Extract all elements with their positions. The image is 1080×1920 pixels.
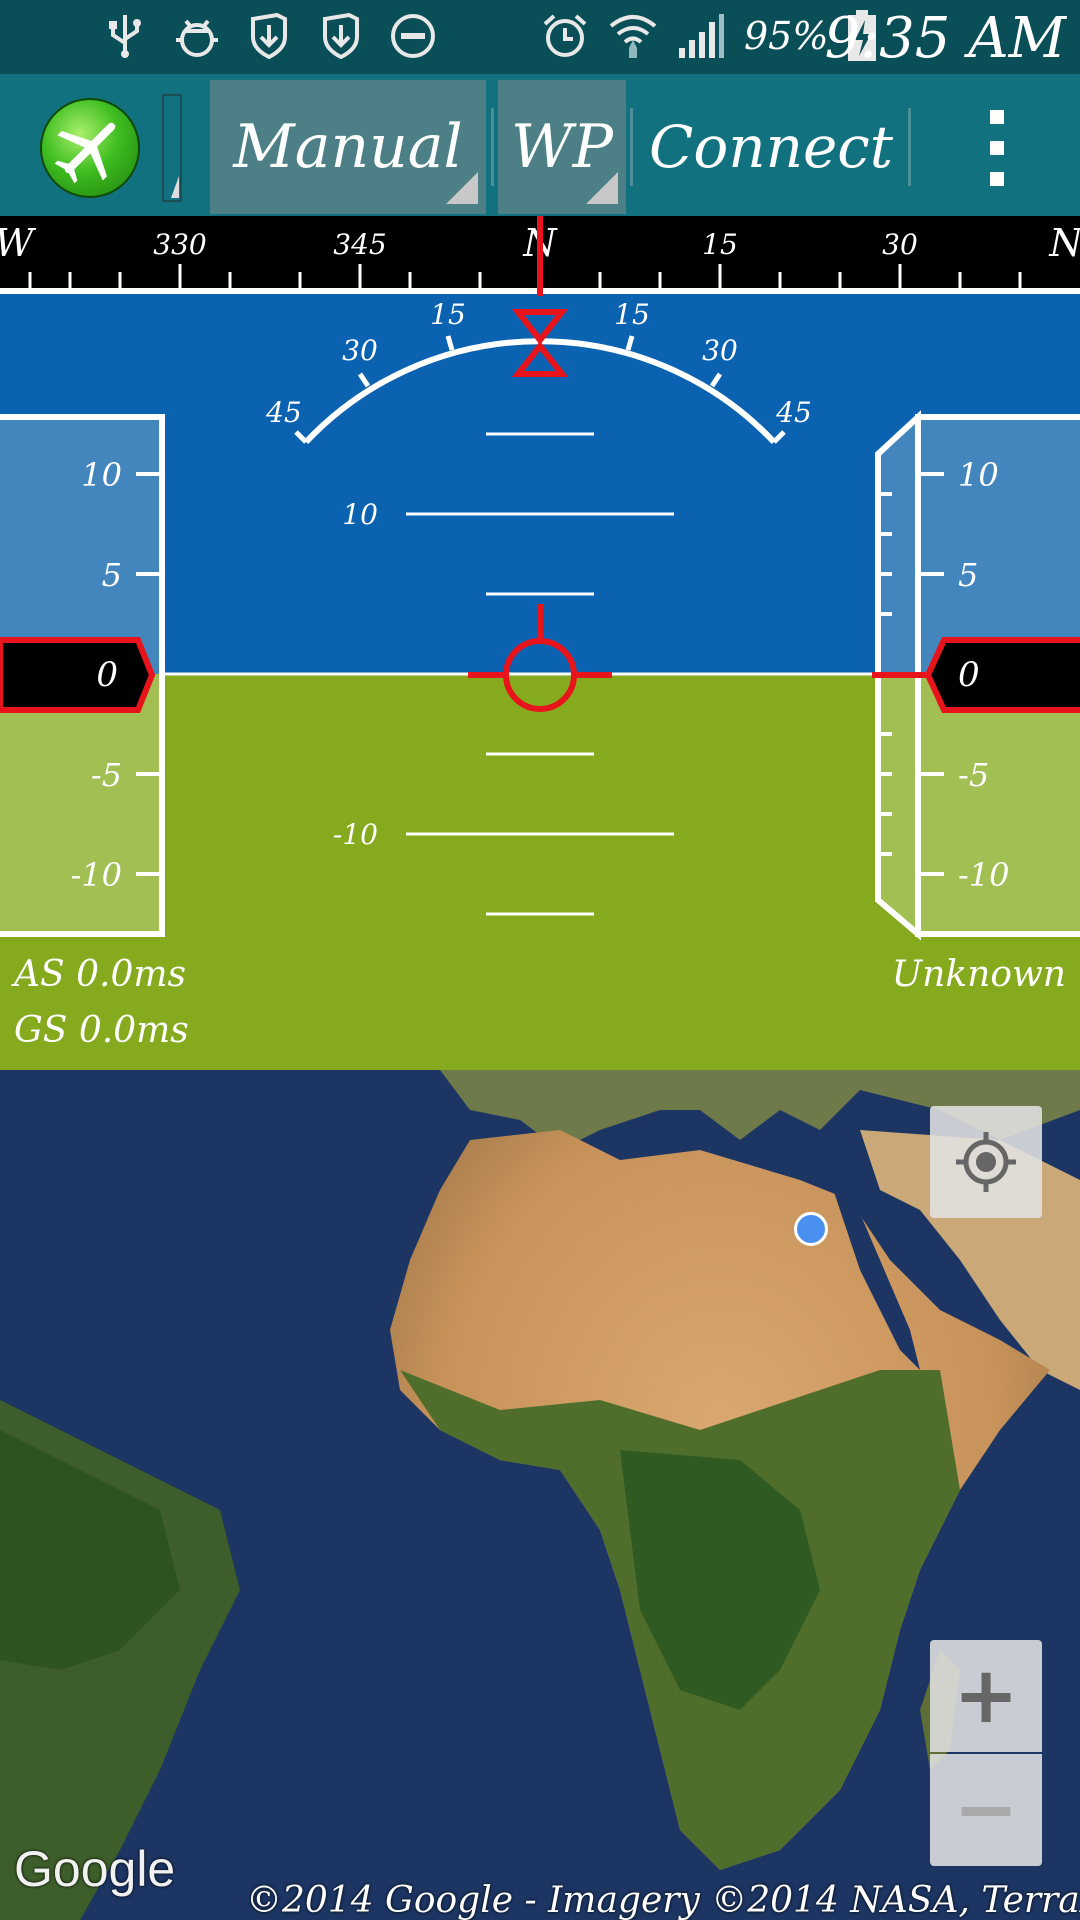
flight-mode-spinner[interactable]: Manual [210,80,486,214]
airspeed-text: AS 0.0ms [14,954,186,995]
heading-label: 15 [702,228,738,261]
roll-label: 15 [614,298,650,331]
zoom-in-button[interactable]: + [930,1640,1042,1752]
signal-icon [676,10,726,62]
airspeed-readout: 0 [96,655,118,695]
alarm-icon [540,10,590,62]
notification-icons [100,10,438,62]
heading-label: W [0,221,36,265]
dropdown-corner-icon [586,172,618,204]
my-location-icon [956,1132,1016,1192]
shield-download-icon [244,10,294,62]
altitude-label: 10 [958,456,999,494]
airspeed-label: -10 [70,856,122,894]
action-bar: Manual WP Connect [0,74,1080,216]
altitude-label: -10 [958,856,1010,894]
drone-plane-icon[interactable] [40,98,140,198]
altitude-label: 5 [958,556,978,594]
altitude-label: -5 [958,756,989,794]
altitude-readout: 0 [958,655,980,695]
roll-label: 45 [775,396,812,429]
wifi-icon [608,10,658,62]
airspeed-tape: 10 5 -5 -10 0 [0,414,165,937]
divider [491,108,494,186]
debug-icon [172,10,222,62]
connect-button[interactable]: Connect [640,80,902,214]
mode-status-text: Unknown [891,954,1066,995]
heading-label: N [1048,221,1080,265]
map-imagery [0,1070,1080,1920]
heading-label: 330 [153,228,206,261]
hud-display: W 330 345 N 15 30 N 45 30 15 15 30 45 [0,216,1080,1070]
current-location-marker[interactable] [794,1212,828,1246]
waypoint-spinner[interactable]: WP [498,80,626,214]
divider [630,108,633,186]
heading-label: 345 [333,228,386,261]
usb-icon [100,10,150,62]
zoom-out-button[interactable]: − [930,1754,1042,1866]
satellite-map[interactable]: + − Google ©2014 Google - Imagery ©2014 … [0,1070,1080,1920]
hud-canvas: W 330 345 N 15 30 N 45 30 15 15 30 45 [0,216,1080,1070]
dropdown-corner-icon [446,172,478,204]
altitude-readout-box [924,637,1080,713]
airspeed-readout-box [0,637,156,713]
my-location-button[interactable] [930,1106,1042,1218]
pitch-label: 10 [342,498,378,531]
roll-label: 45 [265,396,302,429]
heading-label: 30 [882,228,918,261]
roll-label: 30 [342,334,378,367]
do-not-disturb-icon [388,10,438,62]
groundspeed-text: GS 0.0ms [14,1010,189,1051]
airspeed-label: -5 [91,756,122,794]
clock-time: 9:35 AM [824,6,1066,71]
status-bar: 95% 9:35 AM [0,0,1080,74]
spinner-indicator [162,94,182,202]
flight-mode-label: Manual [233,112,463,182]
roll-label: 30 [702,334,738,367]
shield-download-icon [316,10,366,62]
pitch-label: -10 [333,818,378,851]
roll-label: 15 [430,298,466,331]
zoom-out-icon: − [953,1765,1019,1855]
battery-percent: 95% [744,14,829,58]
airspeed-label: 5 [102,556,122,594]
overflow-menu-icon[interactable] [970,104,1022,192]
airspeed-label: 10 [81,456,122,494]
altitude-tape: 10 5 -5 -10 0 [872,410,1080,941]
map-attribution[interactable]: ©2014 Google - Imagery ©2014 NASA, Terra… [246,1880,1080,1920]
divider [908,108,911,186]
zoom-in-icon: + [953,1651,1019,1741]
google-logo: Google [14,1841,176,1897]
